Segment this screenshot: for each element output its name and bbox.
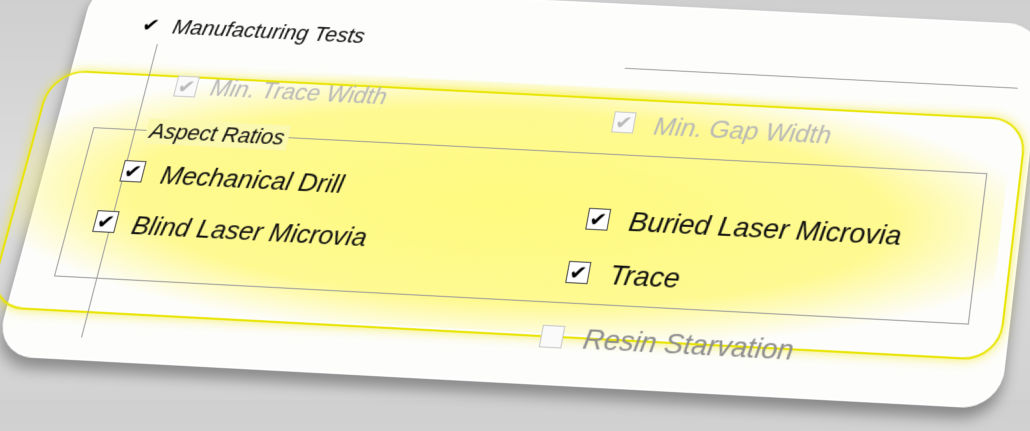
resin-starvation-checkbox[interactable] (538, 324, 566, 349)
buried-laser-microvia-checkbox[interactable]: ✔ (585, 207, 612, 232)
trace-label: Trace (606, 259, 683, 294)
trace-checkbox[interactable]: ✔ (565, 260, 592, 285)
min-gap-width-checkbox[interactable]: ✔ (611, 110, 637, 134)
panel-stage: ✔ Manufacturing Tests ✔ Min. Trace Width… (0, 0, 1030, 431)
